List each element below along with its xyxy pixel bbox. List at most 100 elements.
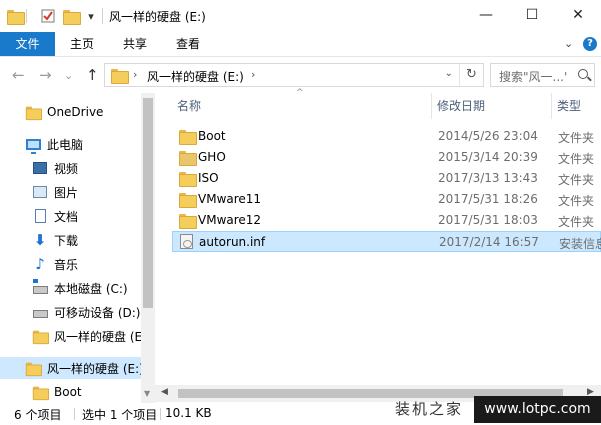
address-path[interactable]: 风一样的硬盘 (E:) [147, 68, 244, 85]
help-icon[interactable]: ? [583, 37, 597, 51]
sidebar-item-label: 图片 [54, 185, 79, 200]
file-row[interactable]: autorun.inf 2017/2/14 16:57 安装信息 [172, 231, 601, 252]
title-divider [102, 8, 103, 24]
file-date: 2017/5/31 18:03 [438, 213, 538, 227]
tab-share[interactable]: 共享 [111, 32, 159, 56]
file-type: 安装信息 [559, 237, 601, 251]
sidebar-item-boot[interactable]: Boot [0, 381, 141, 403]
file-name: ISO [198, 171, 219, 185]
column-divider[interactable] [551, 93, 552, 119]
downloads-icon: ⬇ [33, 231, 47, 249]
sidebar-item-downloads[interactable]: ⬇ 下载 [0, 229, 141, 251]
status-divider [74, 408, 75, 420]
address-bar[interactable]: › 风一样的硬盘 (E:) › ⌄ ↻ [104, 63, 484, 87]
sidebar-scrollbar[interactable]: ▼ [141, 93, 155, 403]
sidebar-item-documents[interactable]: 文档 [0, 205, 141, 227]
sidebar-item-pictures[interactable]: 图片 [0, 181, 141, 203]
forward-arrow-icon[interactable]: → [39, 66, 52, 84]
removable-drive-icon [32, 304, 48, 320]
address-dropdown-icon[interactable]: ⌄ [445, 68, 453, 79]
file-date: 2017/5/31 18:26 [438, 192, 538, 206]
sidebar-item-onedrive[interactable]: OneDrive [0, 101, 141, 123]
inf-file-icon [180, 234, 193, 249]
videos-icon [32, 160, 48, 176]
sidebar-item-drive-e[interactable]: 风一样的硬盘 (E:) [0, 357, 141, 379]
pictures-icon [32, 184, 48, 200]
file-row[interactable]: VMware11 2017/5/31 18:26 文件夹 [172, 189, 601, 210]
file-type: 文件夹 [558, 131, 595, 145]
file-name: Boot [198, 129, 226, 143]
music-icon: ♪ [35, 255, 45, 273]
file-type: 文件夹 [558, 152, 595, 166]
search-placeholder: 搜索"风一..." [499, 70, 567, 84]
close-button[interactable]: ✕ [555, 0, 601, 30]
file-type: 文件夹 [558, 173, 595, 187]
recent-locations-icon[interactable]: ⌄ [64, 69, 73, 82]
column-header-name[interactable]: 名称 [177, 93, 201, 119]
sidebar-item-drive-e-nested[interactable]: 风一样的硬盘 (E [0, 325, 141, 347]
documents-icon [32, 208, 48, 224]
sidebar-item-label: 此电脑 [47, 137, 84, 152]
scroll-left-icon[interactable]: ◀ [161, 387, 168, 397]
sidebar-scroll-thumb[interactable] [143, 98, 153, 308]
file-type: 文件夹 [558, 215, 595, 229]
tab-view[interactable]: 查看 [164, 32, 212, 56]
watermark-text: 装机之家 [395, 400, 464, 418]
up-arrow-icon[interactable]: ↑ [86, 66, 99, 84]
sidebar-item-this-pc[interactable]: 此电脑 [0, 133, 141, 155]
maximize-button[interactable]: ☐ [509, 0, 555, 30]
properties-icon[interactable] [39, 7, 57, 25]
ribbon-tabs: 文件 主页 共享 查看 ⌄ ? [0, 32, 601, 57]
new-folder-icon[interactable] [62, 7, 81, 25]
watermark-url: www.lotpc.com [474, 396, 601, 423]
address-chevron-icon[interactable]: › [133, 68, 137, 81]
window-folder-icon[interactable] [6, 7, 25, 25]
file-row[interactable]: Boot 2014/5/26 23:04 文件夹 [172, 126, 601, 147]
selection-size: 10.1 KB [165, 406, 212, 420]
scroll-down-icon[interactable]: ▼ [144, 389, 150, 398]
sidebar-item-videos[interactable]: 视频 [0, 157, 141, 179]
folder-icon [32, 384, 50, 400]
file-name: GHO [198, 150, 226, 164]
status-divider [160, 408, 161, 420]
navigation-pane: OneDrive 此电脑 视频 图片 文档 ⬇ 下载 ♪ 音乐 本地磁盘 (C:… [0, 93, 155, 403]
file-date: 2017/3/13 13:43 [438, 171, 538, 185]
file-row[interactable]: ISO 2017/3/13 13:43 文件夹 [172, 168, 601, 189]
sort-ascending-icon: ^ [296, 88, 304, 98]
refresh-icon[interactable]: ↻ [459, 64, 483, 86]
sidebar-item-local-disk-c[interactable]: 本地磁盘 (C:) [0, 277, 141, 299]
file-name: autorun.inf [199, 235, 266, 249]
file-date: 2015/3/14 20:39 [438, 150, 538, 164]
file-name: VMware11 [198, 192, 262, 206]
tab-file[interactable]: 文件 [0, 32, 55, 56]
quick-access-dropdown-icon[interactable]: ▾ [84, 7, 98, 25]
sidebar-item-label: 本地磁盘 (C:) [54, 281, 128, 296]
sidebar-item-label: 下载 [54, 233, 79, 248]
quick-access-divider [26, 9, 27, 23]
computer-icon [25, 136, 41, 154]
column-header-date[interactable]: 修改日期 [437, 93, 485, 119]
minimize-button[interactable]: — [463, 0, 509, 30]
sidebar-item-label: 风一样的硬盘 (E:) [47, 361, 141, 376]
search-icon[interactable] [578, 69, 588, 79]
selection-count: 选中 1 个项目 [82, 408, 158, 422]
file-row[interactable]: VMware12 2017/5/31 18:03 文件夹 [172, 210, 601, 231]
file-row[interactable]: GHO 2015/3/14 20:39 文件夹 [172, 147, 601, 168]
file-name: VMware12 [198, 213, 262, 227]
sidebar-item-label: OneDrive [47, 105, 104, 119]
sidebar-item-label: 可移动设备 (D:) [54, 305, 141, 320]
file-type: 文件夹 [558, 194, 595, 208]
tab-home[interactable]: 主页 [58, 32, 106, 56]
back-arrow-icon[interactable]: ← [12, 66, 25, 84]
file-date: 2014/5/26 23:04 [438, 129, 538, 143]
title-bar: ▾ 风一样的硬盘 (E:) — ☐ ✕ [0, 0, 601, 32]
ribbon-expand-icon[interactable]: ⌄ [564, 37, 573, 50]
address-trail-chevron-icon[interactable]: › [251, 68, 255, 81]
sidebar-item-label: 风一样的硬盘 (E [54, 329, 141, 344]
column-divider[interactable] [431, 93, 432, 119]
column-header-type[interactable]: 类型 [557, 93, 581, 119]
sidebar-item-label: 音乐 [54, 257, 79, 272]
search-box[interactable]: 搜索"风一..." [490, 63, 595, 87]
sidebar-item-music[interactable]: ♪ 音乐 [0, 253, 141, 275]
sidebar-item-removable-d[interactable]: 可移动设备 (D:) [0, 301, 141, 323]
